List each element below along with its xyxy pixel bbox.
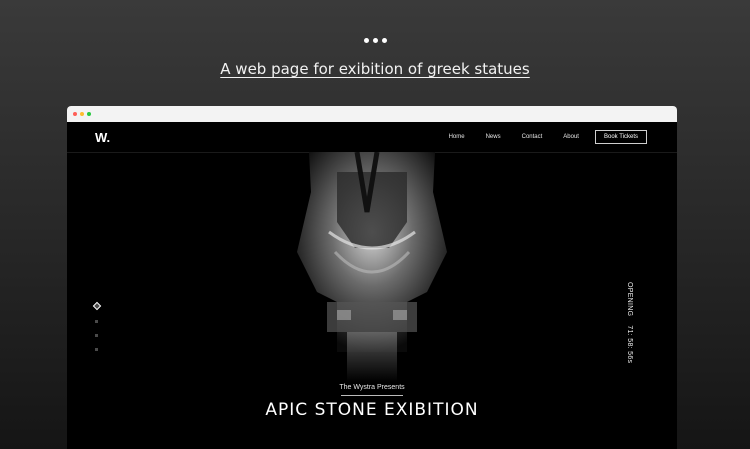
nav-contact[interactable]: Contact xyxy=(522,134,543,140)
nav-about[interactable]: About xyxy=(563,134,579,140)
site-navbar: W. Home News Contact About Book Tickets xyxy=(67,122,677,153)
browser-window: W. Home News Contact About Book Tickets xyxy=(67,106,677,449)
more-dots-icon xyxy=(0,38,750,43)
nav-home[interactable]: Home xyxy=(449,134,465,140)
pager-dot-2[interactable] xyxy=(95,320,98,323)
slide-pager xyxy=(92,292,102,351)
opening-label: OPENING xyxy=(626,282,633,317)
pager-dot-1[interactable] xyxy=(92,301,102,311)
pager-dot-4[interactable] xyxy=(95,348,98,351)
opening-countdown: OPENING 71: 58: 56s xyxy=(626,282,633,363)
nav-news[interactable]: News xyxy=(486,134,501,140)
countdown-value: 71: 58: 56s xyxy=(626,325,633,364)
site-page: W. Home News Contact About Book Tickets xyxy=(67,122,677,449)
browser-chrome xyxy=(67,106,677,122)
page-caption: A web page for exibition of greek statue… xyxy=(220,60,530,78)
presents-label: The Wystra Presents xyxy=(339,384,405,391)
book-tickets-button[interactable]: Book Tickets xyxy=(594,130,647,144)
exhibition-title: APIC STONE EXIBITION xyxy=(265,400,479,420)
pager-dot-3[interactable] xyxy=(95,334,98,337)
site-logo[interactable]: W. xyxy=(95,130,110,145)
close-window-icon[interactable] xyxy=(73,112,77,116)
statue-image xyxy=(297,152,447,382)
maximize-window-icon[interactable] xyxy=(87,112,91,116)
presents-underline xyxy=(341,395,403,396)
minimize-window-icon[interactable] xyxy=(80,112,84,116)
